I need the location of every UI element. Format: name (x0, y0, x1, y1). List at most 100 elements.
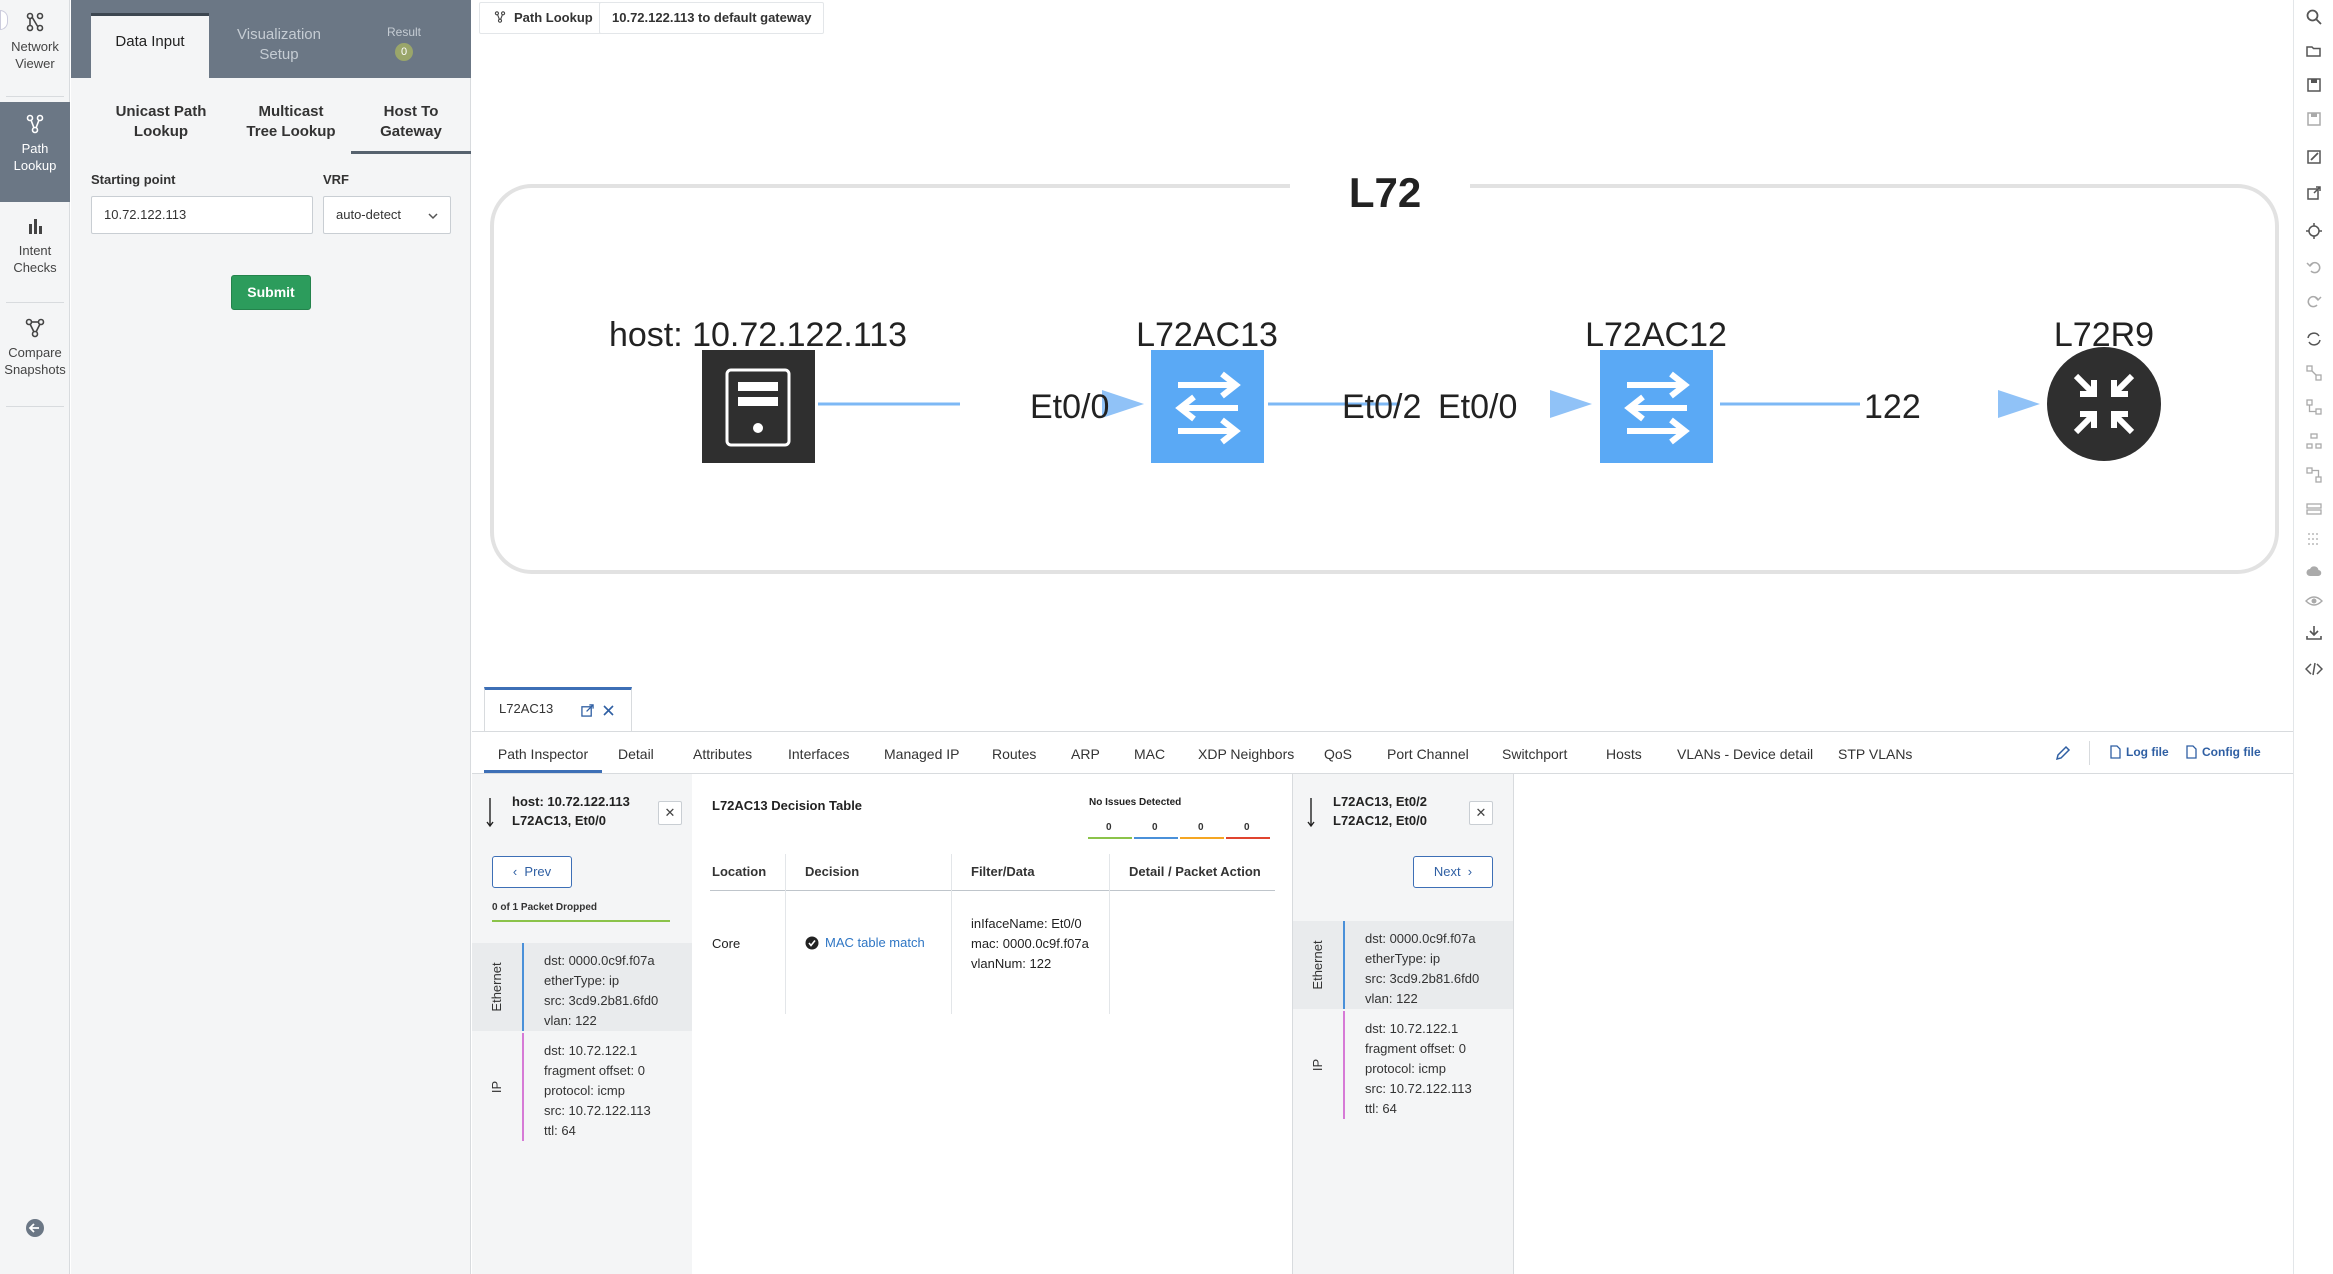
table-col-divider (785, 854, 786, 1014)
device-tab-label: L72AC13 (499, 701, 554, 716)
tab-arp[interactable]: ARP (1071, 737, 1100, 773)
tab-vlans-device-detail[interactable]: VLANs - Device detail (1677, 737, 1813, 773)
vrf-select[interactable]: auto-detect (323, 196, 451, 234)
field: etherType: ip (1365, 951, 1441, 966)
decision-text: MAC table match (825, 935, 925, 950)
tab-mac[interactable]: MAC (1134, 737, 1165, 773)
router-icon (2047, 347, 2161, 461)
save-as-icon[interactable] (2305, 76, 2323, 94)
tab-qos[interactable]: QoS (1324, 737, 1352, 773)
tab-detail[interactable]: Detail (618, 737, 654, 773)
fit-view-icon[interactable] (2305, 222, 2323, 240)
nav-network-viewer[interactable]: Network Viewer (0, 0, 70, 100)
node-l72ac12[interactable] (1600, 350, 1713, 463)
tab-interfaces[interactable]: Interfaces (788, 737, 849, 773)
breadcrumb-path-lookup[interactable]: Path Lookup (479, 2, 606, 34)
field: src: 10.72.122.113 (1365, 1081, 1472, 1096)
dropped-progress-bar (492, 920, 670, 922)
bar-chart-icon (29, 219, 42, 234)
folder-open-icon[interactable] (2305, 42, 2323, 60)
table-col-divider (951, 854, 952, 1014)
config-file-link[interactable]: Config file (2186, 745, 2261, 759)
tab-stp-vlans[interactable]: STP VLANs (1838, 737, 1912, 773)
tab-managed-ip[interactable]: Managed IP (884, 737, 960, 773)
close-icon[interactable] (603, 705, 614, 716)
tab-divider (472, 731, 2293, 732)
subtab-host-gateway[interactable]: Host To Gateway (351, 102, 471, 154)
layout-icon[interactable] (2305, 364, 2323, 382)
layout-hierarchy-icon[interactable] (2305, 432, 2323, 450)
nav-compare-snapshots[interactable]: Compare Snapshots (0, 306, 70, 406)
layout-group-icon[interactable] (2305, 466, 2323, 484)
tab-routes[interactable]: Routes (992, 737, 1036, 773)
redo-icon[interactable] (2305, 292, 2323, 310)
starting-point-input[interactable]: 10.72.122.113 (91, 196, 313, 234)
tab-visualization-setup[interactable]: Visualization Setup (219, 13, 339, 78)
prev-label: Prev (524, 864, 552, 879)
issue-bar-green (1088, 837, 1132, 839)
node-label: L72R9 (2054, 316, 2154, 354)
col-filter: Filter/Data (971, 864, 1035, 879)
submit-button[interactable]: Submit (231, 275, 311, 310)
field: protocol: icmp (544, 1083, 625, 1098)
nav-label: Path Lookup (13, 141, 57, 173)
cloud-icon[interactable] (2305, 562, 2323, 580)
tab-data-input[interactable]: Data Input (91, 13, 209, 78)
open-external-icon[interactable] (581, 704, 594, 717)
undo-icon[interactable] (2305, 258, 2323, 276)
tab-hosts[interactable]: Hosts (1606, 737, 1642, 773)
list-icon[interactable] (2305, 530, 2323, 548)
nav-divider (6, 406, 64, 407)
prev-button[interactable]: ‹ Prev (492, 856, 572, 888)
issue-bar-orange (1180, 837, 1224, 839)
embed-code-icon[interactable] (2305, 660, 2323, 678)
log-file-link[interactable]: Log file (2110, 745, 2169, 759)
refresh-icon[interactable] (2305, 330, 2323, 348)
left-panel: Data Input Visualization Setup Result 0 U… (71, 0, 471, 1274)
header-color-bar (522, 943, 524, 1031)
layout-tree-icon[interactable] (2305, 398, 2323, 416)
check-circle-icon (805, 936, 819, 950)
tab-attributes[interactable]: Attributes (693, 737, 752, 773)
nav-path-lookup[interactable]: Path Lookup (0, 102, 70, 202)
nav-intent-checks[interactable]: Intent Checks (0, 204, 70, 304)
tab-result[interactable]: Result 0 (349, 13, 459, 78)
eye-icon[interactable] (2305, 592, 2323, 610)
close-hop-button[interactable]: ✕ (1469, 801, 1493, 825)
layers-icon[interactable] (2305, 500, 2323, 518)
edit-icon[interactable] (2305, 148, 2323, 166)
file-icon (2186, 745, 2197, 759)
device-tab[interactable]: L72AC13 (484, 687, 632, 731)
hop-from: host: 10.72.122.113 (512, 794, 630, 809)
nav-label: Intent Checks (13, 243, 57, 275)
col-detail: Detail / Packet Action (1129, 864, 1261, 879)
subtab-multicast[interactable]: Multicast Tree Lookup (221, 102, 361, 154)
search-icon[interactable] (2305, 8, 2323, 26)
node-host[interactable] (702, 350, 815, 463)
hop-from: L72AC13, Et0/2 (1333, 794, 1427, 809)
config-file-label: Config file (2202, 745, 2261, 759)
download-icon[interactable] (2305, 624, 2323, 642)
tab-xdp-neighbors[interactable]: XDP Neighbors (1198, 737, 1294, 773)
row-filter: inIfaceName: Et0/0 mac: 0000.0c9f.f07a v… (971, 914, 1089, 974)
pencil-icon[interactable] (2055, 745, 2071, 761)
decision-table-title: L72AC13 Decision Table (712, 798, 863, 813)
save-icon[interactable] (2305, 110, 2323, 128)
tab-label: Data Input (115, 33, 185, 50)
subtab-label: Host To Gateway (380, 103, 442, 140)
breadcrumb-current[interactable]: 10.72.122.113 to default gateway (599, 2, 825, 34)
hop-to: L72AC13, Et0/0 (512, 813, 606, 828)
tab-path-inspector[interactable]: Path Inspector (484, 737, 602, 773)
subtab-unicast[interactable]: Unicast Path Lookup (91, 102, 231, 154)
close-hop-button[interactable]: ✕ (658, 801, 682, 825)
next-button[interactable]: Next › (1413, 856, 1493, 888)
subtab-label: Multicast Tree Lookup (246, 103, 336, 140)
share-icon[interactable] (2305, 184, 2323, 202)
row-decision[interactable]: MAC table match (805, 935, 925, 950)
node-l72r9[interactable] (2047, 347, 2161, 461)
collapse-back-icon[interactable] (25, 1218, 45, 1238)
tab-switchport[interactable]: Switchport (1502, 737, 1567, 773)
topology-diagram[interactable]: L72 Et0/0 Et0/2 Et0/0 122 host: 10.72.12… (480, 40, 2290, 660)
node-l72ac13[interactable] (1151, 350, 1264, 463)
tab-port-channel[interactable]: Port Channel (1387, 737, 1469, 773)
